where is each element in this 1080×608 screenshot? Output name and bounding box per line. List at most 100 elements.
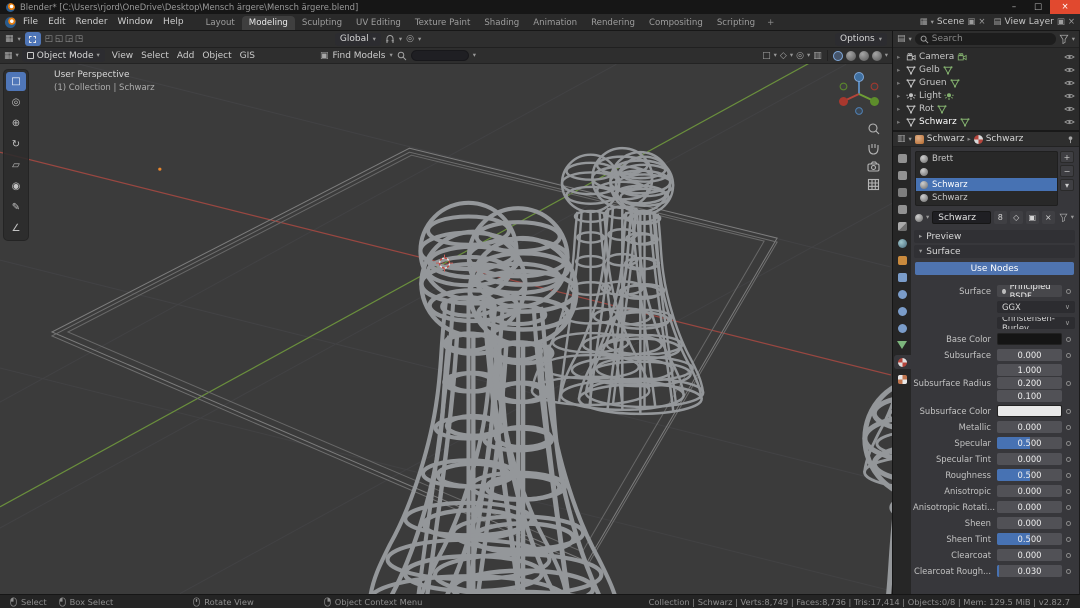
chevron-down-icon[interactable]: ▾ (1072, 36, 1075, 43)
vector-field[interactable]: 0.200 (997, 377, 1062, 389)
prop-slider-clearcoat[interactable]: 0.000 (997, 549, 1062, 561)
chevron-down-icon[interactable]: ▾ (885, 52, 888, 59)
properties-tab-object[interactable] (894, 253, 911, 267)
chevron-down-icon[interactable]: ▾ (418, 36, 421, 43)
new-scene-icon[interactable]: ▣ (967, 17, 975, 27)
viewport-menu-add[interactable]: Add (173, 51, 198, 61)
properties-tab-tool[interactable] (894, 151, 911, 165)
remove-slot-button[interactable]: − (1060, 165, 1074, 177)
add-slot-button[interactable]: + (1060, 151, 1074, 163)
tool-annotate[interactable]: ✎ (6, 198, 26, 217)
editor-type-icon[interactable]: ▤ (897, 34, 906, 44)
visibility-eye-icon[interactable] (1064, 118, 1075, 126)
properties-tab-render[interactable] (894, 168, 911, 182)
prop-slider-sheen[interactable]: 0.000 (997, 517, 1062, 529)
prop-slider-anisotropic-rotati[interactable]: 0.000 (997, 501, 1062, 513)
active-tool-box-select[interactable] (24, 32, 41, 46)
prop-slider-specular[interactable]: 0.500 (997, 437, 1062, 449)
chevron-down-icon[interactable]: ▾ (390, 52, 393, 59)
prop-slider-sheen-tint[interactable]: 0.500 (997, 533, 1062, 545)
visibility-eye-icon[interactable] (1064, 53, 1075, 61)
material-slot-empty[interactable] (916, 165, 1057, 178)
object-type-visibility-icon[interactable]: □ (762, 51, 771, 61)
viewport-menu-select[interactable]: Select (137, 51, 173, 61)
options-dropdown[interactable]: Options ▾ (835, 32, 887, 46)
gizmos-icon[interactable]: ◇ (780, 51, 787, 61)
expand-icon[interactable]: ▸ (897, 53, 903, 61)
workspace-tab-animation[interactable]: Animation (526, 16, 584, 30)
outliner-item-light[interactable]: ▸ Light (893, 89, 1079, 102)
menu-help[interactable]: Help (158, 16, 189, 28)
properties-tab-output[interactable] (894, 185, 911, 199)
close-button[interactable]: × (1050, 0, 1080, 14)
decorator-dot[interactable] (1066, 456, 1071, 462)
select-subtract-icon[interactable]: ◲ (65, 34, 73, 44)
chevron-down-icon[interactable]: ▾ (909, 36, 912, 43)
tool-cursor[interactable]: ◎ (6, 93, 26, 112)
slot-specials-button[interactable]: ▾ (1060, 179, 1074, 191)
properties-tab-view-layer[interactable] (894, 202, 911, 216)
transform-orientation-dropdown[interactable]: Global ▾ (334, 32, 381, 46)
properties-tab-scene[interactable] (894, 219, 911, 233)
outliner-item-gruen[interactable]: ▸ Gruen (893, 76, 1079, 89)
chevron-down-icon[interactable]: ▾ (18, 36, 21, 43)
properties-tab-particles[interactable] (894, 287, 911, 301)
workspace-tab-compositing[interactable]: Compositing (642, 16, 710, 30)
properties-tab-material[interactable] (893, 355, 911, 369)
workspace-tab-layout[interactable]: Layout (199, 16, 242, 30)
menu-file[interactable]: File (18, 16, 43, 28)
surface-panel-header[interactable]: ▾ Surface (914, 245, 1075, 258)
select-set-icon[interactable]: ◰ (45, 34, 53, 44)
remove-view-layer-icon[interactable]: × (1068, 17, 1075, 27)
menu-edit[interactable]: Edit (43, 16, 70, 28)
perspective-toggle-icon[interactable] (867, 178, 880, 191)
expand-icon[interactable]: ▸ (897, 79, 903, 87)
chevron-down-icon[interactable]: ▾ (473, 52, 476, 59)
chevron-down-icon[interactable]: ▾ (807, 52, 810, 59)
use-nodes-button[interactable]: Use Nodes (915, 262, 1074, 275)
fake-user-shield-icon[interactable]: ◇ (1009, 211, 1023, 224)
model-search-input[interactable] (410, 50, 469, 61)
decorator-dot[interactable] (1066, 488, 1071, 494)
view-layer-name[interactable]: View Layer (1005, 17, 1054, 27)
properties-tab-modifiers[interactable] (894, 270, 911, 284)
vector-field[interactable]: 0.100 (997, 390, 1062, 402)
viewport-menu-object[interactable]: Object (198, 51, 235, 61)
decorator-dot[interactable] (1066, 568, 1071, 574)
shading-solid-icon[interactable] (845, 50, 856, 61)
expand-icon[interactable]: ▸ (897, 66, 903, 74)
expand-icon[interactable]: ▸ (897, 105, 903, 113)
editor-type-icon[interactable]: ▦ (4, 51, 13, 61)
tool-rotate[interactable]: ↻ (6, 135, 26, 154)
chevron-down-icon[interactable]: ▾ (931, 19, 934, 26)
shading-wireframe-icon[interactable] (832, 50, 843, 61)
material-users-count[interactable]: 8 (993, 211, 1007, 224)
breadcrumb-object[interactable]: Schwarz (927, 134, 965, 144)
workspace-tab-shading[interactable]: Shading (477, 16, 526, 30)
tool-select-box[interactable]: □ (6, 72, 26, 91)
prop-menu-principled-bsdf[interactable]: Principled BSDF (997, 285, 1062, 297)
tool-move[interactable]: ⊕ (6, 114, 26, 133)
prop-slider-subsurface[interactable]: 0.000 (997, 349, 1062, 361)
tool-measure[interactable]: ∠ (6, 219, 26, 238)
chevron-down-icon[interactable]: ▾ (790, 52, 793, 59)
filter-funnel-icon[interactable] (1059, 34, 1069, 44)
chevron-down-icon[interactable]: ▾ (909, 136, 912, 143)
camera-view-icon[interactable] (867, 161, 880, 172)
outliner-search-input[interactable]: Search (914, 33, 1056, 45)
select-extend-icon[interactable]: ◱ (55, 34, 63, 44)
zoom-icon[interactable] (868, 123, 880, 135)
visibility-eye-icon[interactable] (1064, 105, 1075, 113)
decorator-dot[interactable] (1066, 424, 1071, 430)
decorator-dot[interactable] (1066, 408, 1071, 414)
add-workspace-button[interactable]: + (762, 16, 779, 30)
shading-material-icon[interactable] (858, 50, 869, 61)
viewport-3d[interactable]: User Perspective (1) Collection | Schwar… (0, 64, 892, 594)
prop-slider-clearcoat-rough[interactable]: 0.030 (997, 565, 1062, 577)
decorator-dot[interactable] (1066, 520, 1071, 526)
breadcrumb-material[interactable]: Schwarz (986, 134, 1024, 144)
viewport-menu-gis[interactable]: GIS (236, 51, 259, 61)
prop-slider-specular-tint[interactable]: 0.000 (997, 453, 1062, 465)
material-slot-schwarz[interactable]: Schwarz (916, 178, 1057, 191)
xray-toggle-icon[interactable]: ▥ (813, 51, 822, 61)
